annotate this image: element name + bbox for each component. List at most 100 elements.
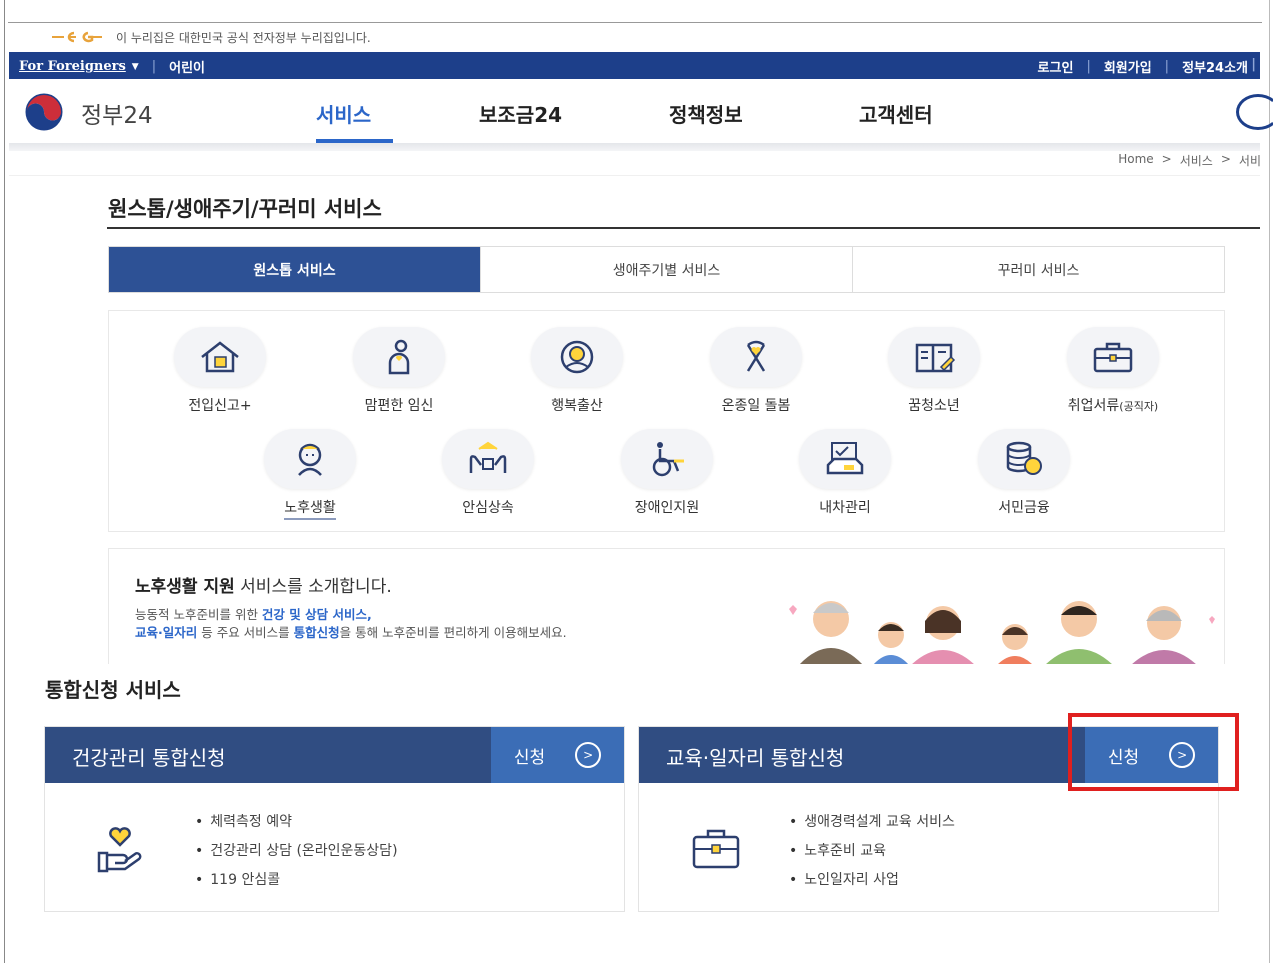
service-icon-circle bbox=[174, 327, 266, 387]
list-item: 119 안심콜 bbox=[195, 866, 398, 895]
service-icon-circle bbox=[978, 429, 1070, 489]
pregnancy-icon bbox=[388, 339, 410, 375]
service-label: 내차관리 bbox=[819, 500, 871, 516]
tab-onestop[interactable]: 원스톱 서비스 bbox=[109, 247, 481, 292]
intro-highlight-health: 건강 및 상담 서비스, bbox=[261, 607, 372, 622]
service-label: 꿈청소년 bbox=[908, 398, 960, 414]
service-label: 노후생활 bbox=[284, 497, 336, 520]
heart-hand-icon bbox=[97, 827, 142, 873]
intro-highlight-integrated: 통합신청 bbox=[293, 625, 340, 640]
nav-customer-center[interactable]: 고객센터 bbox=[859, 99, 933, 128]
intro-description: 능동적 노후준비를 위한 건강 및 상담 서비스, 교육·일자리 등 주요 서비… bbox=[135, 606, 567, 642]
service-label: 행복출산 bbox=[551, 398, 603, 414]
kids-link[interactable]: 어린이 bbox=[169, 57, 205, 76]
service-disability-support[interactable]: 장애인지원 bbox=[592, 429, 742, 517]
ribbon-icon bbox=[746, 340, 766, 372]
service-icon-circle bbox=[710, 327, 802, 387]
intro-headline-rest: 서비스를 소개합니다. bbox=[234, 577, 392, 597]
apply-education-job-list: 생애경력설계 교육 서비스 노후준비 교육 노인일자리 사업 bbox=[789, 808, 955, 895]
signup-link[interactable]: 회원가입 bbox=[1104, 57, 1152, 76]
service-intro-banner: 노후생활 지원 서비스를 소개합니다. 능동적 노후준비를 위한 건강 및 상담… bbox=[108, 548, 1225, 664]
chevron-right-circle-icon: > bbox=[575, 742, 602, 768]
page-title: 원스톱/생애주기/꾸러미 서비스 bbox=[108, 197, 382, 221]
service-childbirth[interactable]: 행복출산 bbox=[502, 327, 652, 415]
briefcase-icon bbox=[1093, 342, 1133, 373]
service-youth[interactable]: 꿈청소년 bbox=[859, 327, 1009, 415]
util-separator: | bbox=[151, 59, 157, 74]
breadcrumb-home[interactable]: Home bbox=[1118, 152, 1153, 169]
util-separator: | bbox=[1086, 59, 1091, 74]
intro-highlight-education: 교육·일자리 bbox=[135, 625, 198, 640]
service-inheritance[interactable]: 안심상속 bbox=[413, 429, 563, 517]
intro-headline: 노후생활 지원 서비스를 소개합니다. bbox=[135, 572, 392, 597]
service-microfinance[interactable]: 서민금융 bbox=[949, 429, 1099, 517]
breadcrumb: Home > 서비스 > 서비 bbox=[1118, 152, 1261, 169]
frame-top-line bbox=[8, 22, 1262, 23]
service-allday-care[interactable]: 온종일 돌봄 bbox=[681, 327, 831, 415]
utility-bar: For Foreigners ▼ | 어린이 로그인 | 회원가입 | 정부24… bbox=[9, 52, 1260, 79]
onestop-service-grid: 전입신고+ 맘편한 임신 행복출산 온종일 돌봄 꿈청소년 취업서류(공직자) … bbox=[108, 310, 1225, 532]
service-icon-circle bbox=[888, 327, 980, 387]
nav-policy-info[interactable]: 정책정보 bbox=[669, 99, 743, 128]
service-icon-circle bbox=[353, 327, 445, 387]
intro-text: 을 통해 노후준비를 편리하게 이용해보세요. bbox=[339, 625, 567, 640]
service-icon-circle bbox=[1067, 327, 1159, 387]
service-label: 전입신고+ bbox=[188, 398, 252, 414]
section-title-integrated: 통합신청 서비스 bbox=[45, 678, 181, 702]
service-label: 온종일 돌봄 bbox=[721, 398, 791, 414]
intro-line-1: 능동적 노후준비를 위한 건강 및 상담 서비스, bbox=[135, 606, 567, 624]
apply-card-title: 건강관리 통합신청 bbox=[72, 746, 226, 770]
title-underline bbox=[107, 227, 1260, 229]
service-label: 안심상속 bbox=[462, 500, 514, 516]
list-item: 노인일자리 사업 bbox=[789, 866, 955, 895]
brand-title[interactable]: 정부24 bbox=[81, 96, 153, 130]
util-separator: | bbox=[1164, 59, 1170, 74]
about-link[interactable]: 정부24소개 bbox=[1182, 57, 1248, 76]
header-divider bbox=[9, 143, 1260, 151]
breadcrumb-divider bbox=[9, 175, 1260, 176]
for-foreigners-link[interactable]: For Foreigners bbox=[19, 59, 126, 74]
house-icon bbox=[201, 341, 239, 373]
book-icon bbox=[915, 343, 956, 373]
gov-notice: 이 누리집은 대한민국 공식 전자정부 누리집입니다. bbox=[50, 27, 371, 47]
family-illustration bbox=[789, 601, 1215, 664]
nav-services[interactable]: 서비스 bbox=[316, 99, 371, 128]
apply-card-title: 교육·일자리 통합신청 bbox=[666, 746, 845, 770]
util-separator: | bbox=[1251, 57, 1256, 72]
breadcrumb-separator: > bbox=[1220, 152, 1231, 166]
elder-icon bbox=[298, 443, 322, 476]
intro-text: 능동적 노후준비를 위한 bbox=[135, 607, 262, 622]
caret-down-icon[interactable]: ▼ bbox=[132, 62, 139, 72]
breadcrumb-separator: > bbox=[1161, 152, 1172, 166]
service-label: 맘편한 임신 bbox=[364, 398, 434, 414]
service-label-main: 취업서류 bbox=[1067, 398, 1120, 414]
service-label: 서민금융 bbox=[998, 500, 1050, 516]
breadcrumb-services[interactable]: 서비스 bbox=[1180, 152, 1213, 169]
service-icon-circle bbox=[621, 429, 713, 489]
wheelchair-icon bbox=[652, 442, 684, 477]
service-job-documents[interactable]: 취업서류(공직자) bbox=[1038, 327, 1188, 415]
list-item: 체력측정 예약 bbox=[195, 808, 398, 837]
tab-package[interactable]: 꾸러미 서비스 bbox=[853, 247, 1224, 292]
highlight-annotation-box bbox=[1068, 713, 1239, 791]
site-header: 정부24 서비스 보조금24 정책정보 고객센터 bbox=[9, 79, 1273, 143]
egov-logo-icon bbox=[52, 31, 102, 43]
service-elderly-life[interactable]: 노후생활 bbox=[235, 429, 385, 520]
apply-card-header: 건강관리 통합신청 신청 > bbox=[45, 727, 624, 783]
service-pregnancy[interactable]: 맘편한 임신 bbox=[324, 327, 474, 415]
gov-taegeuk-logo-icon[interactable] bbox=[17, 92, 71, 132]
baby-icon bbox=[560, 340, 594, 374]
service-car-management[interactable]: 내차관리 bbox=[770, 429, 920, 517]
apply-card-health: 건강관리 통합신청 신청 > 체력측정 예약 건강관리 상담 (온라인운동상담)… bbox=[44, 726, 625, 912]
apply-health-list: 체력측정 예약 건강관리 상담 (온라인운동상담) 119 안심콜 bbox=[195, 808, 398, 895]
apply-health-button[interactable]: 신청 > bbox=[491, 727, 624, 783]
apply-button-label: 신청 bbox=[513, 747, 546, 768]
nav-subsidy24[interactable]: 보조금24 bbox=[479, 99, 562, 128]
login-link[interactable]: 로그인 bbox=[1038, 57, 1074, 76]
breadcrumb-current: 서비 bbox=[1238, 154, 1261, 168]
tab-lifecycle[interactable]: 생애주기별 서비스 bbox=[481, 247, 853, 292]
intro-headline-bold: 노후생활 지원 bbox=[135, 577, 235, 597]
search-icon[interactable] bbox=[1236, 94, 1273, 130]
intro-line-2: 교육·일자리 등 주요 서비스를 통합신청을 통해 노후준비를 편리하게 이용해… bbox=[135, 624, 567, 642]
service-moving-report[interactable]: 전입신고+ bbox=[145, 327, 295, 415]
